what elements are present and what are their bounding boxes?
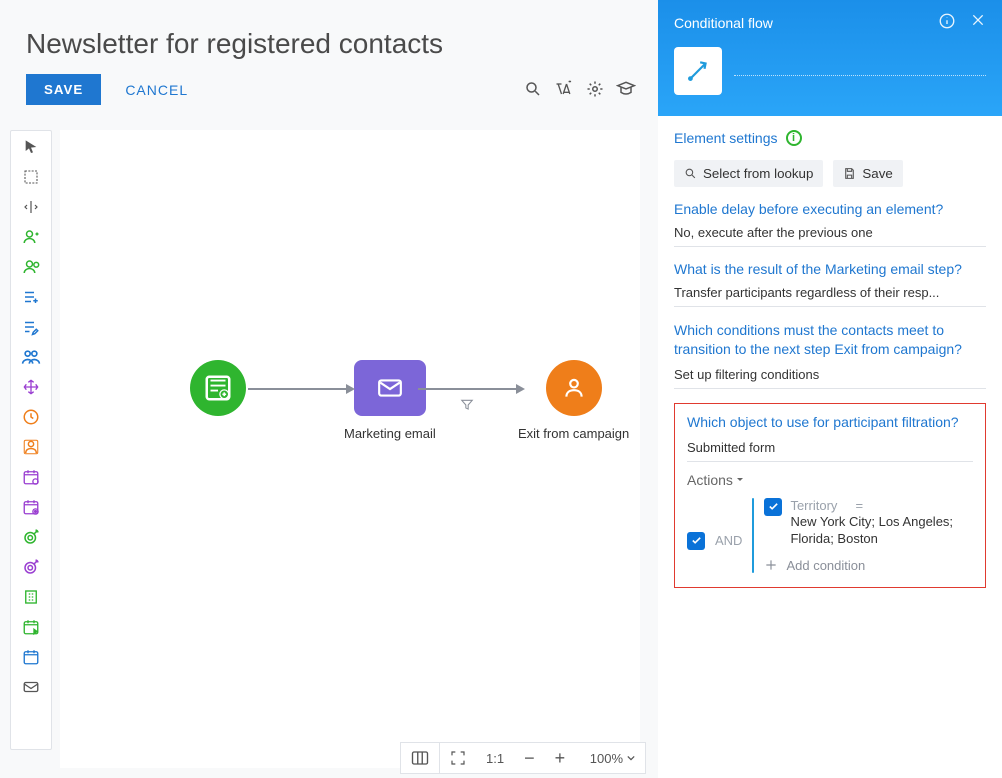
move-icon[interactable] xyxy=(21,377,41,397)
person-add-icon[interactable] xyxy=(21,227,41,247)
target-icon[interactable] xyxy=(21,527,41,547)
target-alt-icon[interactable] xyxy=(21,557,41,577)
marquee-icon[interactable] xyxy=(21,167,41,187)
zoom-level-dropdown[interactable]: 100% xyxy=(575,743,645,773)
panel-header: Conditional flow xyxy=(658,0,1002,116)
button-label: Select from lookup xyxy=(703,166,813,181)
start-circle-icon xyxy=(190,360,246,416)
list-add-icon[interactable] xyxy=(21,287,41,307)
header-actions: SAVE CANCEL xyxy=(26,74,188,105)
select-from-lookup-button[interactable]: Select from lookup xyxy=(674,160,823,187)
search-icon xyxy=(684,167,697,180)
arrow-head-icon xyxy=(516,384,525,394)
check-icon xyxy=(768,501,779,512)
object-question: Which object to use for participant filt… xyxy=(687,414,973,430)
graduation-icon[interactable] xyxy=(616,80,636,101)
result-value[interactable]: Transfer participants regardless of thei… xyxy=(674,285,986,307)
calendar-play-icon[interactable] xyxy=(21,617,41,637)
save-icon xyxy=(843,167,856,180)
pointer-icon[interactable] xyxy=(21,137,41,157)
group-bar xyxy=(752,498,754,573)
and-operator[interactable]: AND xyxy=(715,533,742,548)
clock-icon[interactable] xyxy=(21,407,41,427)
person-box-icon[interactable] xyxy=(21,437,41,457)
object-value[interactable]: Submitted form xyxy=(687,440,973,462)
building-icon[interactable] xyxy=(21,587,41,607)
info-icon[interactable] xyxy=(938,12,956,33)
group-checkbox[interactable] xyxy=(687,532,705,550)
connector[interactable] xyxy=(418,388,518,390)
calendar-icon[interactable] xyxy=(21,647,41,667)
check-icon xyxy=(691,535,702,546)
node-start[interactable] xyxy=(190,360,246,416)
left-toolbox xyxy=(10,130,52,750)
element-name-input[interactable] xyxy=(734,52,986,76)
actions-label: Actions xyxy=(687,472,733,488)
right-panel: Conditional flow Element settings i Sele… xyxy=(658,0,1002,778)
page-title: Newsletter for registered contacts xyxy=(26,28,443,60)
filter-condition-row[interactable]: Territory = New York City; Los Angeles; … xyxy=(764,498,970,548)
panel-save-button[interactable]: Save xyxy=(833,160,902,187)
layout-columns-icon[interactable] xyxy=(401,743,439,773)
conditions-question: Which conditions must the contacts meet … xyxy=(674,321,986,359)
delay-question: Enable delay before executing an element… xyxy=(674,201,986,217)
email-square-icon xyxy=(354,360,426,416)
person-check-icon[interactable] xyxy=(21,257,41,277)
add-condition-button[interactable]: Add condition xyxy=(764,558,970,573)
conditions-value[interactable]: Set up filtering conditions xyxy=(674,367,986,389)
header-icon-row xyxy=(524,80,636,101)
zoom-fit-label[interactable]: 1:1 xyxy=(476,743,514,773)
group-icon[interactable] xyxy=(21,347,41,367)
gear-icon[interactable] xyxy=(586,80,604,101)
zoom-out-button[interactable]: − xyxy=(514,743,545,773)
actions-dropdown[interactable]: Actions xyxy=(687,472,973,488)
panel-body: Element settings i Select from lookup Sa… xyxy=(658,116,1002,598)
calendar-o-icon[interactable] xyxy=(21,497,41,517)
add-condition-label: Add condition xyxy=(786,558,865,573)
button-label: Save xyxy=(862,166,892,181)
mail-icon[interactable] xyxy=(21,677,41,697)
panel-type-icon xyxy=(674,47,722,95)
save-button[interactable]: SAVE xyxy=(26,74,101,105)
caret-down-icon xyxy=(735,475,745,485)
split-horizontal-icon[interactable] xyxy=(21,197,41,217)
element-settings-label: Element settings xyxy=(674,130,778,146)
result-question: What is the result of the Marketing emai… xyxy=(674,261,986,277)
zoom-in-button[interactable]: + xyxy=(545,743,576,773)
calendar-x-icon[interactable] xyxy=(21,467,41,487)
exit-circle-icon xyxy=(546,360,602,416)
case-icon[interactable] xyxy=(554,80,574,101)
filtration-section: Which object to use for participant filt… xyxy=(674,403,986,588)
node-marketing-email[interactable]: Marketing email xyxy=(344,360,436,441)
cancel-button[interactable]: CANCEL xyxy=(125,82,188,98)
panel-title: Conditional flow xyxy=(674,15,773,31)
zoom-level-value: 100% xyxy=(590,751,623,766)
fit-screen-icon[interactable] xyxy=(440,743,476,773)
condition-checkbox[interactable] xyxy=(764,498,782,516)
search-icon[interactable] xyxy=(524,80,542,101)
list-edit-icon[interactable] xyxy=(21,317,41,337)
node-label: Marketing email xyxy=(344,426,436,441)
connector[interactable] xyxy=(248,388,348,390)
chevron-down-icon xyxy=(627,754,635,762)
node-label: Exit from campaign xyxy=(518,426,629,441)
canvas[interactable]: Marketing email Exit from campaign xyxy=(60,130,640,768)
condition-value: New York City; Los Angeles; Florida; Bos… xyxy=(790,513,970,548)
delay-value[interactable]: No, execute after the previous one xyxy=(674,225,986,247)
info-badge-icon[interactable]: i xyxy=(786,130,802,146)
filter-icon[interactable] xyxy=(460,398,474,415)
plus-icon xyxy=(764,558,778,572)
close-icon[interactable] xyxy=(970,12,986,33)
element-settings-heading: Element settings i xyxy=(674,130,986,146)
arrow-head-icon xyxy=(346,384,355,394)
condition-field: Territory xyxy=(790,498,837,513)
zoom-toolbar: 1:1 − + 100% xyxy=(400,742,646,774)
condition-operator: = xyxy=(855,498,863,513)
node-exit-campaign[interactable]: Exit from campaign xyxy=(518,360,629,441)
